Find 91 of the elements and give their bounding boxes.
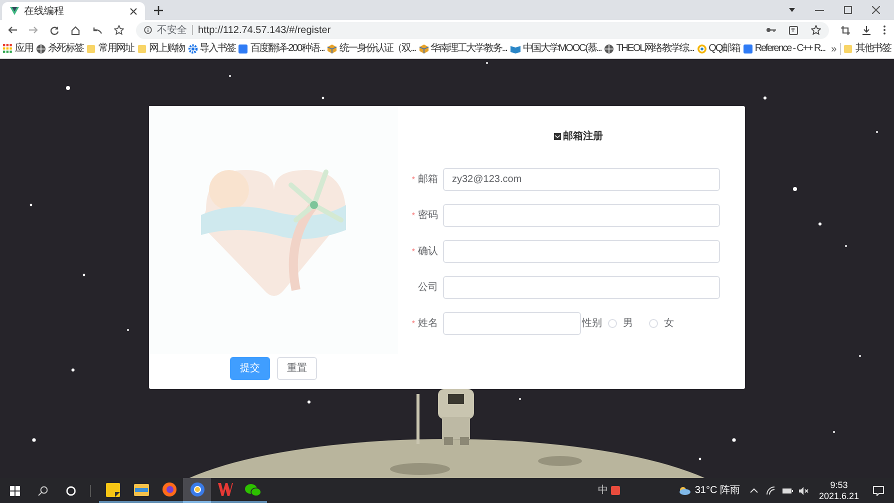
muted-speaker-icon[interactable] (798, 486, 809, 494)
field-label: 姓名 (418, 317, 438, 331)
envelope-icon (554, 133, 561, 140)
translate-icon[interactable] (789, 26, 798, 34)
bookmark-link[interactable]: 其他书签 (843, 44, 891, 54)
folder-icon (843, 44, 854, 54)
bookmark-link[interactable]: 应用 (3, 44, 33, 54)
tab-title: 在线编程 (24, 4, 65, 18)
bookmark-link[interactable]: 杀死标签 (36, 44, 84, 54)
notification-icon[interactable] (873, 486, 884, 496)
key-icon[interactable] (766, 27, 776, 33)
bookmark-link[interactable]: QQ邮箱 (696, 44, 740, 54)
square-icon (238, 44, 248, 54)
url-text: http://112.74.57.143/#/register (198, 24, 332, 38)
chevron-up-icon[interactable] (750, 488, 758, 493)
apps-grid-icon (3, 44, 13, 54)
globe-icon (36, 44, 46, 54)
undo-arrow-icon[interactable] (92, 26, 102, 34)
fox-globe-icon (162, 482, 176, 497)
browser-icon (190, 482, 204, 497)
bookmark-link[interactable]: 网上购物 (137, 44, 185, 54)
windows-logo-icon[interactable] (10, 486, 20, 496)
bookmark-link[interactable]: Reference - C++ R... (742, 44, 826, 54)
weather-text[interactable]: 31°C 阵雨 (694, 483, 740, 498)
book-icon (510, 44, 521, 54)
required-mark: * (412, 174, 415, 186)
maximize-icon[interactable] (844, 6, 852, 14)
security-label: 不安全 (157, 24, 187, 38)
square-icon (742, 44, 753, 54)
v-logo-icon (10, 7, 19, 15)
field-label: 邮箱 (418, 172, 438, 187)
chat-bubbles-icon (245, 482, 261, 496)
gender-label: 性别 (582, 316, 602, 331)
reload-icon[interactable] (50, 26, 59, 34)
ring-icon (696, 44, 707, 54)
s-logo-icon[interactable] (610, 486, 620, 495)
info-icon[interactable] (144, 26, 152, 34)
input-field[interactable]: zy32@123.com (443, 168, 720, 191)
circle-icon[interactable] (66, 486, 76, 496)
taskbar-app[interactable] (183, 478, 211, 503)
clock-time[interactable]: 9:53 (830, 480, 848, 490)
folder-icon (137, 44, 148, 54)
cube-icon (327, 44, 338, 54)
form-title: 邮箱注册 (563, 129, 603, 144)
crop-icon[interactable] (841, 26, 850, 34)
cube-icon (418, 44, 429, 54)
ime-indicator[interactable]: 中 (598, 483, 608, 498)
w-logo-icon (218, 483, 232, 496)
field-label: 确认 (418, 245, 438, 259)
close-icon[interactable] (130, 8, 137, 14)
cloud-icon[interactable] (678, 486, 691, 495)
close-icon[interactable] (872, 6, 880, 14)
required-mark: * (412, 246, 415, 258)
bookmark-link[interactable]: 统一身份认证（双... (327, 44, 416, 54)
folder-icon (134, 483, 148, 496)
folder-icon (86, 44, 96, 54)
bookmark-link[interactable]: 常用网址 (86, 44, 134, 54)
bookmark-link[interactable]: 导入书签 (188, 44, 236, 54)
input-field[interactable] (443, 276, 720, 299)
input-field[interactable] (443, 240, 720, 263)
search-icon[interactable] (38, 486, 48, 496)
required-mark: * (412, 210, 415, 222)
field-label: 公司 (418, 281, 438, 295)
browser-tab[interactable]: 在线编程 (2, 2, 145, 20)
download-icon[interactable] (862, 26, 871, 34)
new-tab-icon[interactable] (154, 6, 163, 15)
radio-option[interactable]: 女 (649, 316, 674, 331)
field-label: 密码 (418, 208, 438, 223)
sticky-note-icon (106, 482, 120, 496)
bookmark-link[interactable]: 中国大学MOOC(慕... (510, 44, 602, 54)
address-bar[interactable]: 不安全 http://112.74.57.143/#/register (136, 22, 829, 38)
input-field[interactable] (443, 204, 720, 227)
star-icon[interactable] (114, 25, 124, 35)
more-bookmarks-button[interactable]: » (831, 42, 837, 56)
home-icon[interactable] (71, 26, 80, 34)
clock-date[interactable]: 2021.6.21 (818, 490, 859, 502)
radio-option[interactable]: 男 (608, 316, 633, 331)
bookmark-link[interactable]: 百度翻译-200种语... (238, 44, 324, 54)
bookmark-link[interactable]: THEOL网络教学综... (604, 44, 694, 54)
menu-icon[interactable] (883, 25, 886, 35)
dropdown-icon[interactable] (789, 8, 795, 12)
star-icon[interactable] (811, 25, 821, 35)
wifi-icon[interactable] (766, 486, 775, 495)
required-mark: * (412, 318, 415, 330)
input-field[interactable] (443, 312, 581, 335)
reset-button[interactable]: 重置 (277, 357, 317, 380)
battery-icon[interactable] (782, 488, 793, 494)
back-arrow-icon[interactable] (8, 26, 17, 34)
gear-icon (188, 44, 198, 54)
bookmark-link[interactable]: 华南理工大学教务... (418, 44, 507, 54)
globe-icon (604, 44, 614, 54)
